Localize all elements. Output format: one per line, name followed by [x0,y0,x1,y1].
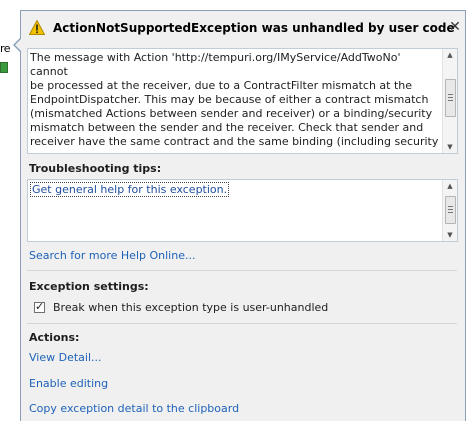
exception-message-box[interactable]: The message with Action 'http://tempuri.… [27,48,458,154]
title-bar: ActionNotSupportedException was unhandle… [21,11,465,41]
troubleshooting-tips-list[interactable]: Get general help for this exception. ▲ ▼ [27,179,458,242]
check-icon: ✓ [35,300,45,313]
message-scrollbar[interactable]: ▲ ▼ [442,49,457,153]
dialog-title: ActionNotSupportedException was unhandle… [53,21,455,35]
exception-message-text: The message with Action 'http://tempuri.… [30,51,439,148]
troubleshooting-heading: Troubleshooting tips: [29,162,162,175]
exception-assistant-dialog: ActionNotSupportedException was unhandle… [13,10,466,421]
search-help-online-link[interactable]: Search for more Help Online... [29,249,195,262]
divider [27,323,457,324]
scroll-down-arrow-icon[interactable]: ▼ [443,231,457,239]
warning-icon [29,20,45,35]
background-glyph [0,62,8,73]
close-icon[interactable]: ✕ [448,20,462,34]
scroll-thumb[interactable] [445,196,456,224]
copy-exception-detail-link[interactable]: Copy exception detail to the clipboard [29,402,239,415]
enable-editing-link[interactable]: Enable editing [29,377,108,390]
background-text-fragment: re [0,42,11,55]
break-on-exception-label[interactable]: Break when this exception type is user-u… [53,301,328,314]
scroll-up-arrow-icon[interactable]: ▲ [443,182,457,190]
exception-settings-heading: Exception settings: [29,280,149,293]
scroll-thumb[interactable] [445,79,456,117]
scroll-up-arrow-icon[interactable]: ▲ [443,51,457,59]
tip-general-help-link[interactable]: Get general help for this exception. [30,182,230,197]
actions-heading: Actions: [29,331,80,344]
break-on-exception-checkbox[interactable]: ✓ [34,300,45,313]
scroll-down-arrow-icon[interactable]: ▼ [443,143,457,151]
tips-scrollbar[interactable]: ▲ ▼ [442,180,457,241]
divider [27,270,457,271]
view-detail-link[interactable]: View Detail... [29,351,102,364]
